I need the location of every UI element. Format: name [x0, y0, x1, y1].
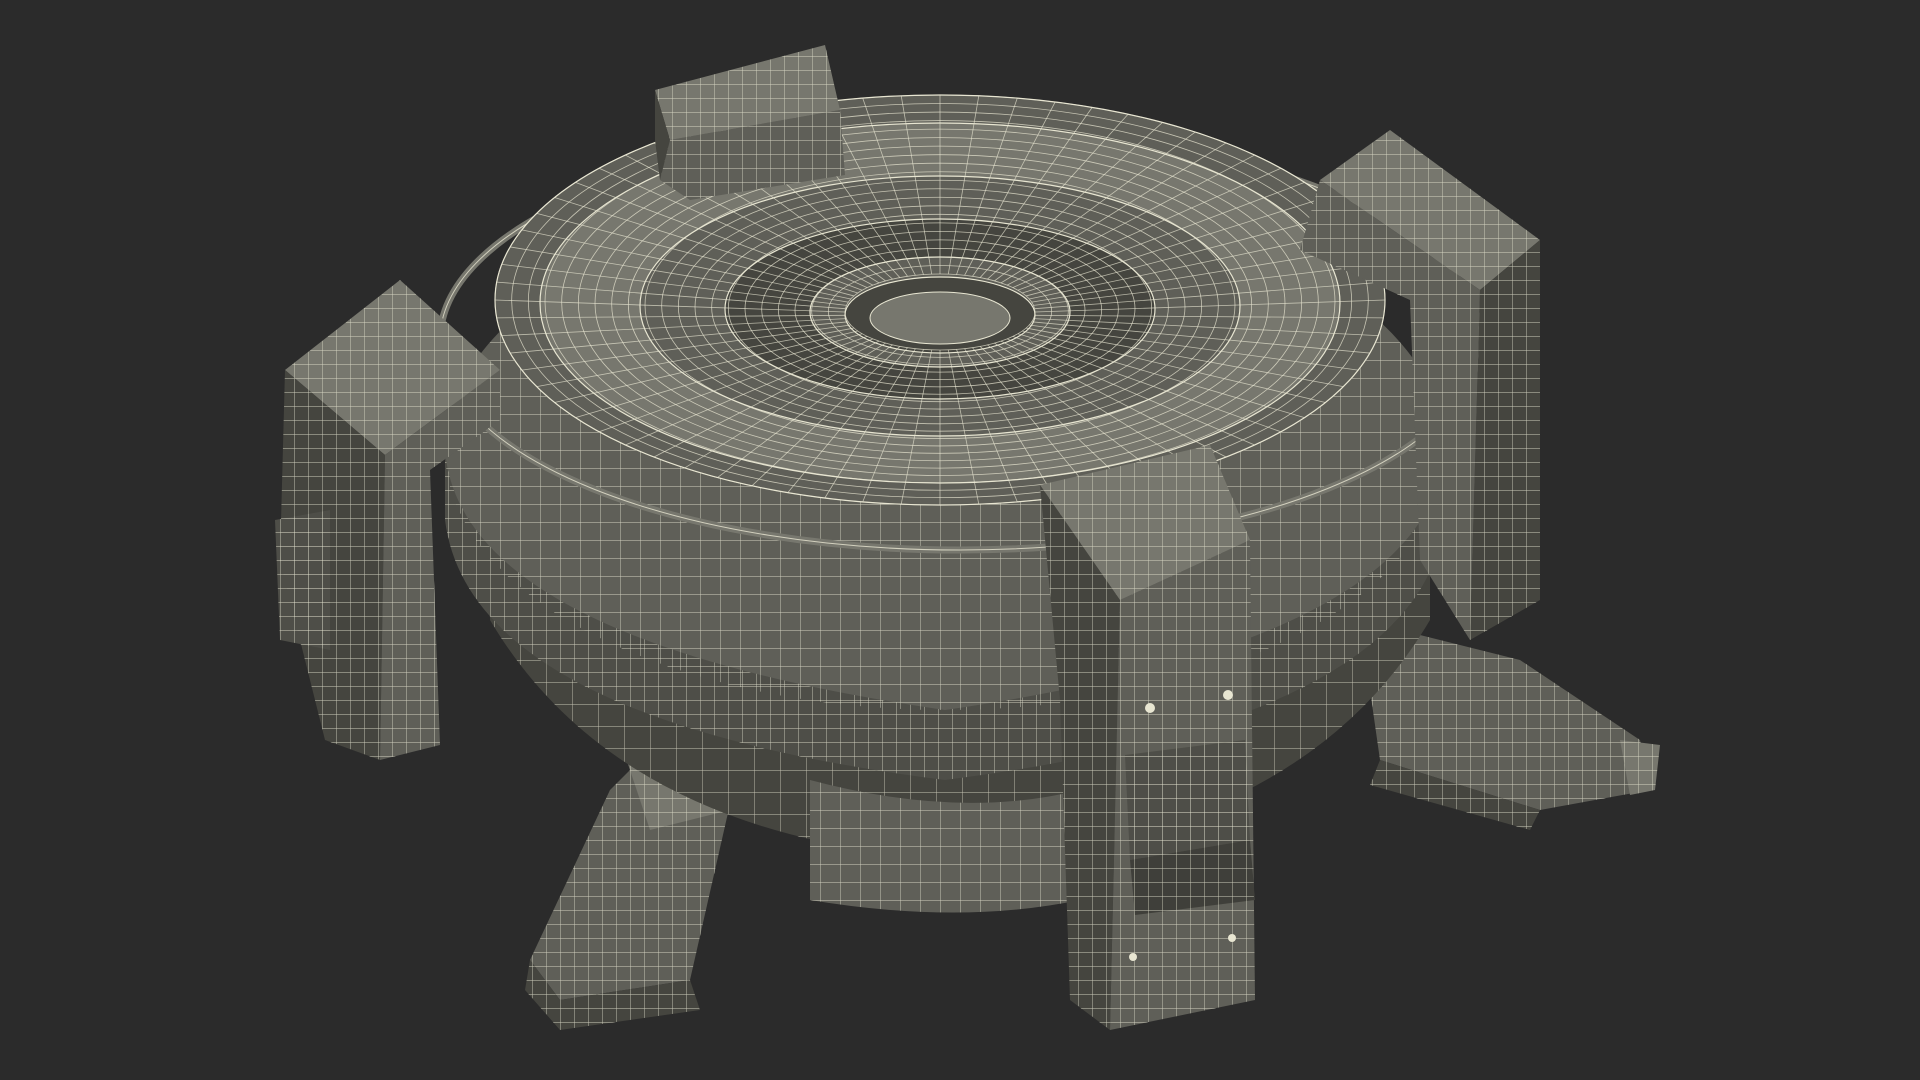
render-viewport: [0, 0, 1920, 1080]
dish-center-hub: [869, 291, 1011, 345]
pylon-back: [655, 45, 845, 200]
wireframe-model: [275, 45, 1660, 1030]
top-dish: [494, 94, 1386, 506]
pylon-front: [1040, 445, 1255, 1030]
